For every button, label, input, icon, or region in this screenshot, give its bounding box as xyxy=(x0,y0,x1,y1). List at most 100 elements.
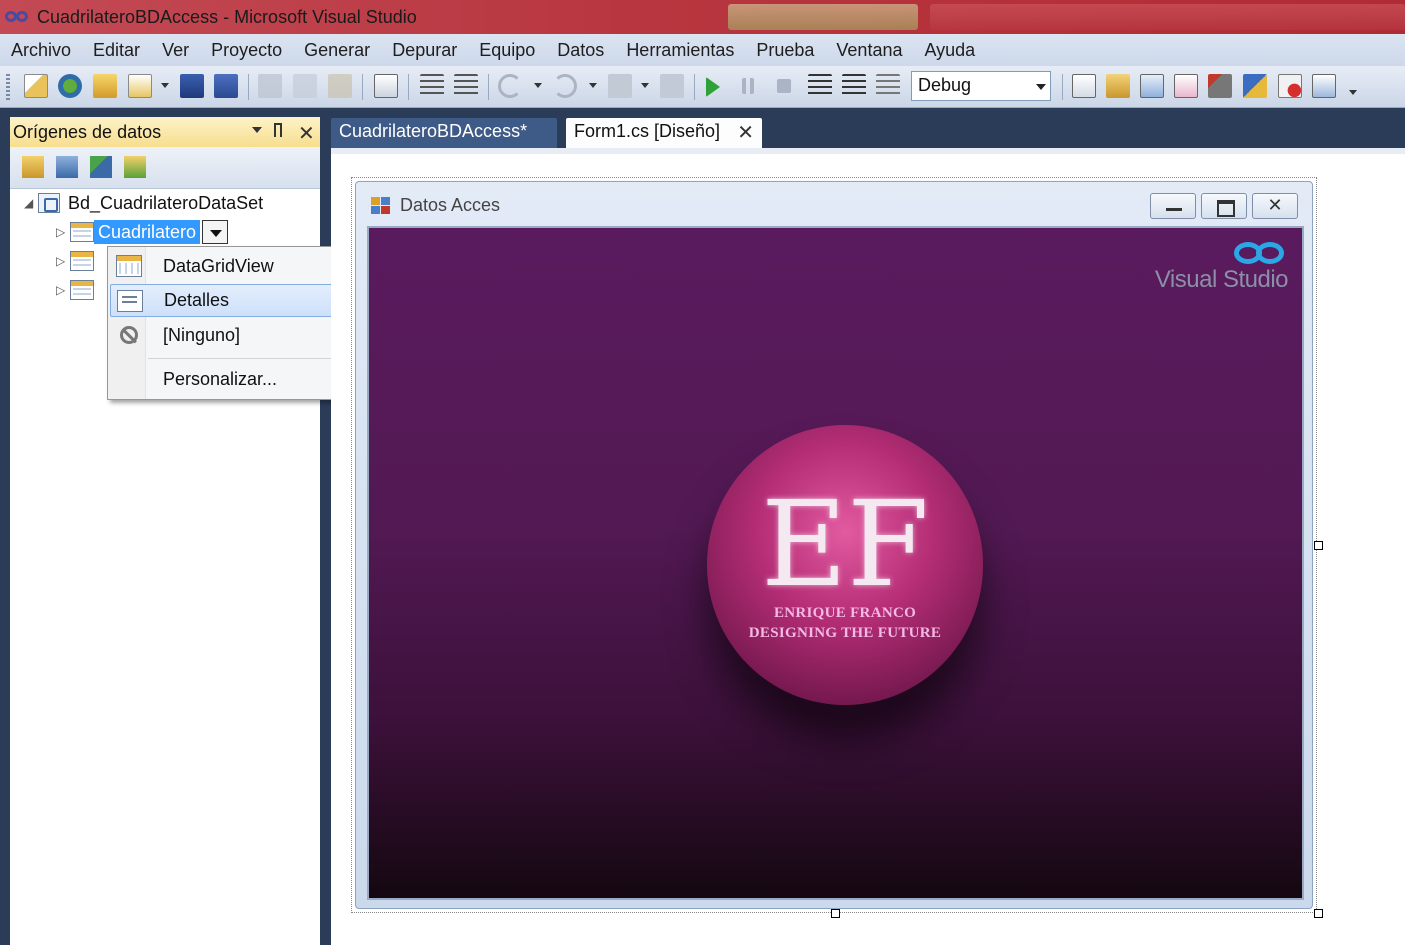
table-icon xyxy=(70,280,94,300)
splitter[interactable] xyxy=(320,108,331,945)
tree-node-dataset[interactable]: ◢ Bd_CuadrilateroDataSet xyxy=(24,190,263,216)
menu-generar[interactable]: Generar xyxy=(293,40,381,61)
step-over-icon[interactable] xyxy=(842,74,866,98)
collapsed-arrow-icon[interactable]: ▷ xyxy=(56,254,70,268)
maximize-button[interactable] xyxy=(1201,193,1247,219)
redo-icon[interactable] xyxy=(553,74,577,98)
navigate-backward-icon[interactable] xyxy=(608,74,632,98)
command-window-icon[interactable] xyxy=(1312,74,1336,98)
undo-dropdown-icon[interactable] xyxy=(534,83,542,88)
save-all-icon[interactable] xyxy=(214,74,238,98)
menu-ver[interactable]: Ver xyxy=(151,40,200,61)
menu-item-label: Personalizar... xyxy=(163,369,278,389)
object-browser-icon[interactable] xyxy=(1174,74,1198,98)
toolbar-separator xyxy=(1062,74,1063,100)
properties-window-icon[interactable] xyxy=(1140,74,1164,98)
tab-form1-design[interactable]: Form1.cs [Diseño] ✕ xyxy=(566,118,762,148)
minimize-button[interactable] xyxy=(1150,193,1196,219)
tab-label: Form1.cs [Diseño] xyxy=(574,121,721,141)
menu-depurar[interactable]: Depurar xyxy=(381,40,468,61)
tab-cuadrilatero-bdaccess[interactable]: CuadrilateroBDAccess* xyxy=(331,118,557,148)
menu-item-datagridview[interactable]: DataGridView xyxy=(110,250,333,283)
undo-icon[interactable] xyxy=(498,74,522,98)
save-icon[interactable] xyxy=(180,74,204,98)
menu-prueba[interactable]: Prueba xyxy=(745,40,825,61)
table-icon xyxy=(70,251,94,271)
resize-handle-corner[interactable] xyxy=(1314,909,1323,918)
menu-bar: Archivo Editar Ver Proyecto Generar Depu… xyxy=(0,34,1405,66)
tree-node-table[interactable]: ▷ xyxy=(56,248,94,274)
menu-ayuda[interactable]: Ayuda xyxy=(913,40,986,61)
navigate-dropdown-icon[interactable] xyxy=(641,83,649,88)
find-icon[interactable] xyxy=(374,74,398,98)
toolbar-grip[interactable] xyxy=(6,74,10,100)
toolbar-separator xyxy=(248,74,249,100)
menu-ventana[interactable]: Ventana xyxy=(825,40,913,61)
menu-item-ninguno[interactable]: [Ninguno] xyxy=(110,319,333,352)
stop-icon[interactable] xyxy=(777,79,791,93)
redo-dropdown-icon[interactable] xyxy=(589,83,597,88)
control-type-dropdown-button[interactable] xyxy=(202,220,229,244)
paste-icon[interactable] xyxy=(328,74,352,98)
menu-editar[interactable]: Editar xyxy=(82,40,151,61)
new-project-icon[interactable] xyxy=(24,74,48,98)
table-icon xyxy=(70,222,94,242)
start-page-icon[interactable] xyxy=(1243,74,1267,98)
close-icon[interactable]: ✕ xyxy=(298,121,315,145)
new-website-icon[interactable] xyxy=(58,74,82,98)
orb-text: EF ENRIQUE FRANCO DESIGNING THE FUTURE xyxy=(707,485,983,643)
menu-separator xyxy=(148,358,332,359)
expanded-arrow-icon[interactable]: ◢ xyxy=(24,196,38,210)
open-folder-icon[interactable] xyxy=(93,74,117,98)
menu-item-label: Detalles xyxy=(164,290,230,310)
step-into-icon[interactable] xyxy=(808,74,832,98)
menu-herramientas[interactable]: Herramientas xyxy=(615,40,745,61)
close-button[interactable]: ✕ xyxy=(1252,193,1298,219)
edit-dataset-icon[interactable] xyxy=(56,156,78,178)
menu-item-personalizar[interactable]: Personalizar... xyxy=(110,363,333,396)
menu-item-label: [Ninguno] xyxy=(163,325,241,345)
datagridview-icon xyxy=(116,255,142,277)
navigate-forward-icon[interactable] xyxy=(660,74,684,98)
add-item-icon[interactable] xyxy=(128,74,152,98)
frame-border xyxy=(0,108,10,945)
solution-explorer-icon[interactable] xyxy=(1106,74,1130,98)
toolbar-overflow-icon[interactable] xyxy=(1349,90,1357,95)
extension-manager-icon[interactable] xyxy=(1278,74,1302,98)
start-debugging-icon[interactable] xyxy=(706,77,720,97)
configure-dataset-icon[interactable] xyxy=(90,156,112,178)
close-icon[interactable]: ✕ xyxy=(737,120,754,145)
comment-icon[interactable] xyxy=(420,74,444,98)
find-in-files-icon[interactable] xyxy=(1072,74,1096,98)
menu-proyecto[interactable]: Proyecto xyxy=(200,40,293,61)
copy-icon[interactable] xyxy=(293,74,317,98)
add-item-dropdown-icon[interactable] xyxy=(161,83,169,88)
cut-icon[interactable] xyxy=(258,74,282,98)
pin-icon[interactable] xyxy=(274,123,282,137)
window-position-icon[interactable] xyxy=(252,127,262,133)
add-data-source-icon[interactable] xyxy=(22,156,44,178)
step-out-icon[interactable] xyxy=(876,74,900,98)
menu-equipo[interactable]: Equipo xyxy=(468,40,546,61)
infinity-icon xyxy=(1232,240,1288,266)
dataset-label: Bd_CuadrilateroDataSet xyxy=(68,192,264,213)
solution-configuration-dropdown[interactable]: Debug xyxy=(911,71,1051,101)
data-sources-panel: Orígenes de datos ✕ ◢ Bd_CuadrilateroDat… xyxy=(10,117,320,945)
blurred-region xyxy=(930,4,1405,30)
menu-datos[interactable]: Datos xyxy=(546,40,615,61)
uncomment-icon[interactable] xyxy=(454,74,478,98)
menu-archivo[interactable]: Archivo xyxy=(0,40,82,61)
selected-table-label[interactable]: Cuadrilatero xyxy=(94,220,201,244)
refresh-icon[interactable] xyxy=(124,156,146,178)
collapsed-arrow-icon[interactable]: ▷ xyxy=(56,283,70,297)
resize-handle-bottom[interactable] xyxy=(831,909,840,918)
tree-node-table[interactable]: ▷ xyxy=(56,277,94,303)
tree-node-table[interactable]: ▷ Cuadrilatero xyxy=(56,219,229,245)
menu-item-detalles[interactable]: Detalles xyxy=(110,284,333,317)
pause-icon[interactable] xyxy=(742,78,754,94)
control-type-menu: DataGridView Detalles [Ninguno] Personal… xyxy=(107,246,336,400)
collapsed-arrow-icon[interactable]: ▷ xyxy=(56,225,70,239)
toolbox-icon[interactable] xyxy=(1208,74,1232,98)
standard-toolbar xyxy=(0,66,1405,108)
resize-handle-right[interactable] xyxy=(1314,541,1323,550)
